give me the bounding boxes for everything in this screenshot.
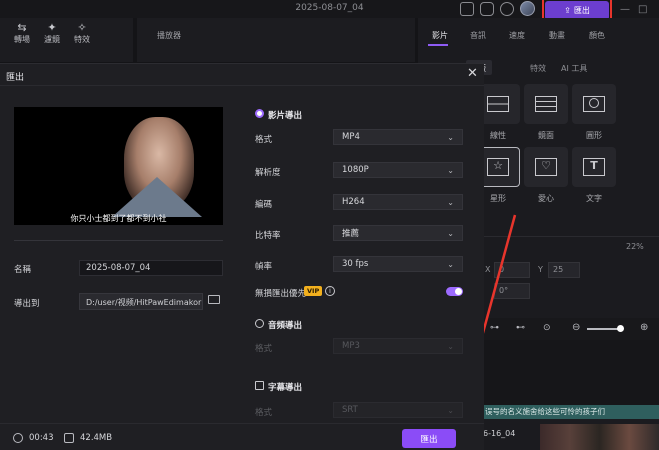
- y-label: Y: [538, 265, 543, 274]
- text-mask-icon: T: [583, 158, 605, 176]
- audio-export-radio[interactable]: [255, 319, 264, 328]
- file-size: 42.4MB: [80, 433, 113, 443]
- shape-label: 文字: [586, 194, 602, 203]
- video-export-radio[interactable]: [255, 109, 264, 118]
- minimize-icon[interactable]: —: [620, 4, 630, 15]
- chevron-down-icon: ⌄: [447, 228, 454, 238]
- mirror-mask-button[interactable]: [524, 84, 568, 124]
- audio-format-label: 格式: [255, 344, 273, 354]
- subtitle-clip[interactable]: 误号的名义施舍给这些可怜的孩子们: [483, 405, 659, 419]
- shape-label: 愛心: [538, 194, 554, 203]
- divider: [0, 423, 484, 424]
- clock-icon: [13, 433, 23, 443]
- codec-select[interactable]: H264 ⌄: [333, 194, 463, 210]
- zoom-slider-handle[interactable]: [617, 325, 624, 332]
- framerate-select[interactable]: 30 fps ⌄: [333, 256, 463, 272]
- preview-subtitle: 你只小士都到了都不到小社: [70, 214, 167, 223]
- tab-effects[interactable]: ✧ 特效: [64, 22, 100, 45]
- chevron-down-icon: ⌄: [447, 405, 454, 415]
- codec-label: 編碼: [255, 200, 273, 210]
- shape-label: 鏡面: [538, 131, 554, 140]
- export-to-label: 導出到: [14, 299, 40, 309]
- file-size-icon: [64, 433, 74, 443]
- maximize-icon[interactable]: □: [638, 4, 647, 15]
- circle-mask-button[interactable]: [572, 84, 616, 124]
- subtitle-export-checkbox[interactable]: [255, 381, 264, 390]
- export-button[interactable]: 匯出: [402, 429, 456, 448]
- tab-audio[interactable]: 音訊: [470, 30, 486, 41]
- record-icon[interactable]: ⊙: [543, 323, 551, 333]
- subtitle-format-select[interactable]: SRT ⌄: [333, 402, 463, 418]
- text-mask-button[interactable]: T: [572, 147, 616, 187]
- chevron-down-icon: ⌄: [447, 259, 454, 269]
- resolution-select[interactable]: 1080P ⌄: [333, 162, 463, 178]
- tab-speed[interactable]: 速度: [509, 30, 525, 41]
- audio-format-select[interactable]: MP3 ⌄: [333, 338, 463, 354]
- y-input[interactable]: 25: [548, 262, 580, 278]
- resolution-label: 解析度: [255, 168, 281, 178]
- feedback-icon[interactable]: [480, 2, 494, 16]
- subtab-effects[interactable]: 特效: [530, 63, 546, 74]
- folder-icon[interactable]: [208, 295, 220, 304]
- preview-shirt: [112, 177, 202, 217]
- linear-mask-icon: [487, 96, 509, 112]
- framerate-label: 幀率: [255, 262, 273, 272]
- subtitle-export-heading: 字幕導出: [268, 383, 303, 393]
- heart-mask-button[interactable]: ♡: [524, 147, 568, 187]
- mirror-mask-icon: [535, 96, 557, 112]
- zoom-in-icon[interactable]: ⊕: [640, 322, 648, 333]
- format-label: 格式: [255, 135, 273, 145]
- tab-color[interactable]: 顏色: [589, 30, 605, 41]
- vip-badge: VIP: [304, 286, 323, 296]
- clip-date: 6-16_04: [483, 429, 516, 438]
- name-label: 名稱: [14, 265, 32, 275]
- heart-mask-icon: ♡: [535, 158, 557, 176]
- tab-animation[interactable]: 動畫: [549, 30, 565, 41]
- audio-export-heading: 音頻導出: [268, 321, 303, 331]
- chevron-down-icon: ⌄: [447, 132, 454, 142]
- tab-video[interactable]: 影片: [432, 30, 448, 41]
- zoom-value: 22%: [626, 242, 644, 251]
- player-label: 播放器: [157, 31, 181, 40]
- layout-icon[interactable]: [460, 2, 474, 16]
- info-icon[interactable]: i: [325, 286, 335, 296]
- shape-label: 圓形: [586, 131, 602, 140]
- divider: [14, 240, 223, 241]
- duration: 00:43: [29, 433, 54, 443]
- name-input[interactable]: 2025-08-07_04: [79, 260, 223, 276]
- subtab-ai-tools[interactable]: AI 工具: [561, 63, 587, 74]
- circle-mask-icon: [583, 96, 605, 112]
- bitrate-label: 比特率: [255, 231, 281, 241]
- export-path-input[interactable]: D:/user/视频/HitPawEdimakor: [79, 293, 203, 310]
- video-export-heading: 影片導出: [268, 111, 303, 121]
- divider: [0, 85, 484, 86]
- zoom-out-icon[interactable]: ⊖: [572, 322, 580, 333]
- toggle-knob: [455, 288, 462, 295]
- dialog-title: 匯出: [6, 73, 25, 83]
- video-clip-thumbnails[interactable]: [540, 424, 659, 450]
- chevron-down-icon: ⌄: [447, 341, 454, 351]
- chevron-down-icon: ⌄: [447, 197, 454, 207]
- chevron-down-icon: ⌄: [447, 165, 454, 175]
- bitrate-select[interactable]: 推薦 ⌄: [333, 225, 463, 241]
- effects-icon: ✧: [77, 21, 87, 34]
- star-mask-icon: ☆: [487, 158, 509, 176]
- close-icon[interactable]: ✕: [467, 66, 478, 81]
- format-select[interactable]: MP4 ⌄: [333, 129, 463, 145]
- export-preview: 你只小士都到了都不到小社: [14, 107, 223, 225]
- active-tab-indicator: [428, 44, 448, 46]
- lossless-label: 無損匯出優先: [255, 289, 307, 299]
- subtitle-format-label: 格式: [255, 408, 273, 418]
- avatar[interactable]: [520, 1, 535, 16]
- download-icon[interactable]: [500, 2, 514, 16]
